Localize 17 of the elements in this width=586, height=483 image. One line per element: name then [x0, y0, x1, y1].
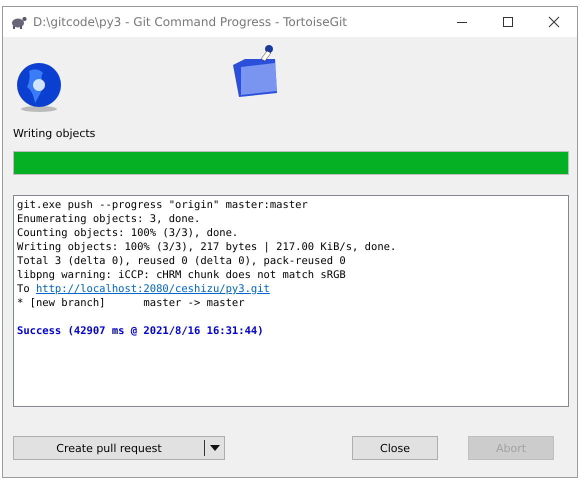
dialog-button[interactable]: Close — [352, 436, 438, 460]
log-line: libpng warning: iCCP: cHRM chunk does not match sRGB — [17, 268, 347, 282]
log-line: Total 3 (delta 0), reused 0 (delta 0), pack-reused 0 — [17, 254, 347, 268]
log-line: To — [17, 282, 31, 296]
globe-icon — [15, 63, 63, 113]
tortoise-icon — [11, 15, 27, 29]
log-line: Counting objects: 100% (3/3), done. — [17, 226, 240, 240]
progress-label: Writing objects — [13, 127, 96, 140]
log-line: * [new branch] master -> master — [17, 296, 246, 310]
caret-icon[interactable] — [210, 445, 220, 451]
repo-link[interactable]: http://localhost:2080/ceshizu/py3.git — [36, 282, 270, 296]
window-title: D:\gitcode\py3 - Git Command Progress - TortoiseGit — [33, 15, 348, 29]
log-line: git.exe push --progress "origin" master:master — [17, 198, 309, 212]
create-pull-request-button[interactable]: Create pull request — [13, 436, 225, 460]
log-line: Writing objects: 100% (3/3), 217 bytes | 217.00 KiB/s, done. — [17, 240, 398, 254]
log-line: Enumerating objects: 3, done. — [17, 212, 202, 226]
success-message: Success (42907 ms @ 2021/8/16 16:31:44) — [17, 324, 265, 338]
